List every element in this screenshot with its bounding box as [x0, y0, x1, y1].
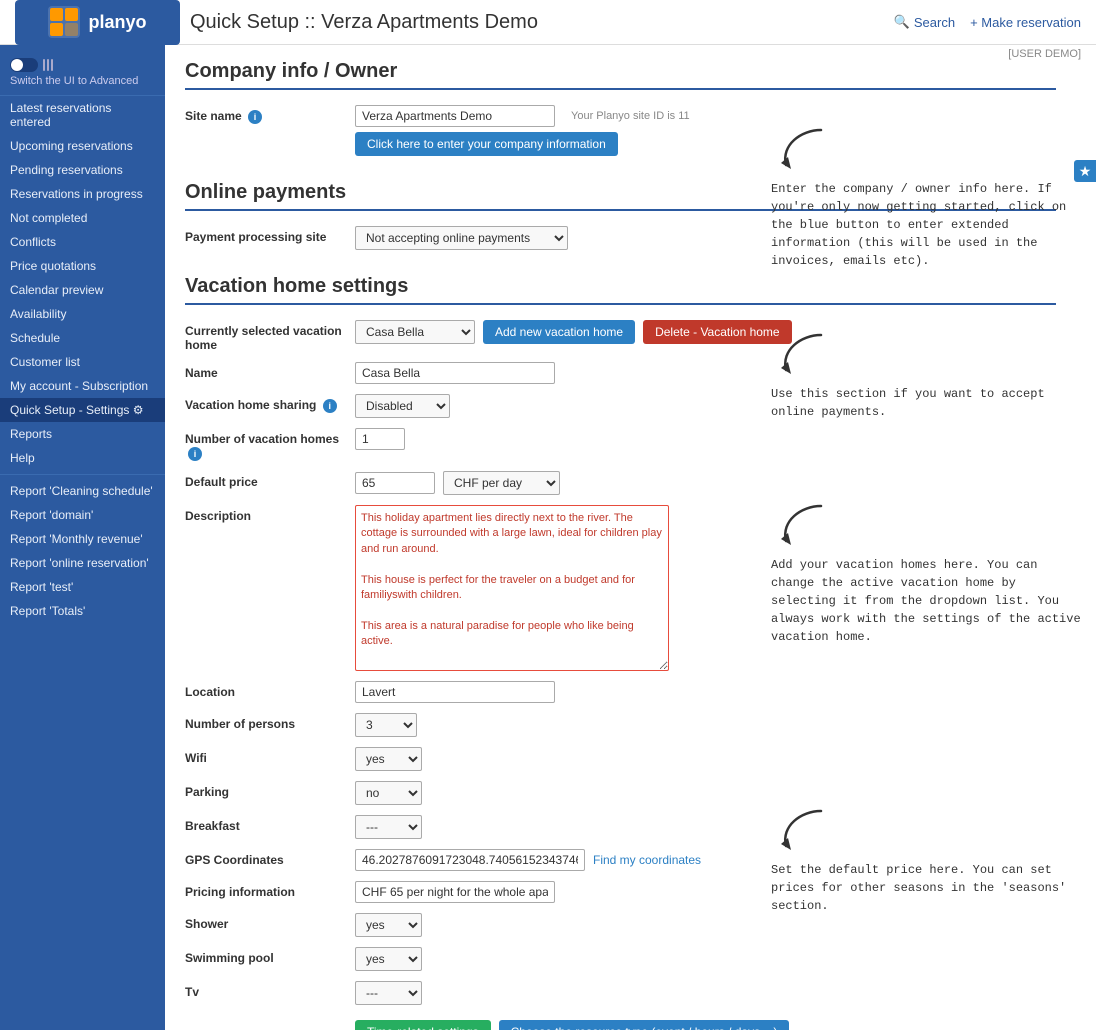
sidebar-item-pending-reservations[interactable]: Pending reservations	[0, 158, 165, 182]
swimming-pool-select[interactable]: yesno---	[355, 947, 422, 971]
shower-select[interactable]: yesno---	[355, 913, 422, 937]
pricing-info-input[interactable]	[355, 881, 555, 903]
site-name-input[interactable]	[355, 105, 555, 127]
vacation-home-name-input[interactable]	[355, 362, 555, 384]
planyo-logo-icon	[48, 6, 80, 38]
logo: planyo	[15, 0, 180, 45]
pricing-info-label: Pricing information	[185, 881, 345, 899]
hint-company: Enter the company / owner info here. If …	[771, 125, 1081, 270]
shower-label: Shower	[185, 913, 345, 931]
location-input[interactable]	[355, 681, 555, 703]
hint-arrow-3	[771, 501, 831, 551]
make-reservation-link[interactable]: + Make reservation	[970, 15, 1081, 30]
sidebar-item-report-test[interactable]: Report 'test'	[0, 575, 165, 599]
enter-company-info-button[interactable]: Click here to enter your company informa…	[355, 132, 618, 156]
breakfast-select[interactable]: yesno---	[355, 815, 422, 839]
site-name-info-icon[interactable]: i	[248, 110, 262, 124]
location-label: Location	[185, 681, 345, 699]
ui-toggle-area: Switch the UI to Advanced	[0, 50, 165, 96]
sidebar-item-report-cleaning[interactable]: Report 'Cleaning schedule'	[0, 479, 165, 503]
sidebar-item-report-monthly[interactable]: Report 'Monthly revenue'	[0, 527, 165, 551]
sharing-select[interactable]: DisabledEnabled	[355, 394, 450, 418]
tv-select[interactable]: yesno---	[355, 981, 422, 1005]
sidebar-item-calendar-preview[interactable]: Calendar preview	[0, 278, 165, 302]
sidebar: Switch the UI to Advanced Latest reserva…	[0, 45, 165, 1030]
wifi-label: Wifi	[185, 747, 345, 765]
num-persons-select[interactable]: 12345678910	[355, 713, 417, 737]
hint-company-text: Enter the company / owner info here. If …	[771, 180, 1081, 270]
sidebar-item-latest-reservations[interactable]: Latest reservations entered	[0, 96, 165, 134]
site-name-label: Site name i	[185, 105, 345, 124]
hint-price: Set the default price here. You can set …	[771, 806, 1081, 915]
sidebar-item-quick-setup[interactable]: Quick Setup - Settings ⚙	[0, 398, 165, 422]
num-homes-input[interactable]	[355, 428, 405, 450]
sidebar-item-price-quotations[interactable]: Price quotations	[0, 254, 165, 278]
swimming-pool-label: Swimming pool	[185, 947, 345, 965]
hint-arrow-4	[771, 806, 831, 856]
logo-text: planyo	[88, 12, 146, 33]
sidebar-item-customer-list[interactable]: Customer list	[0, 350, 165, 374]
parking-select[interactable]: yesno---	[355, 781, 422, 805]
payment-select[interactable]: Not accepting online paymentsPayPalStrip…	[355, 226, 568, 250]
vacation-home-name-label: Name	[185, 362, 345, 380]
currently-selected-label: Currently selected vacation home	[185, 320, 345, 352]
vacation-home-select[interactable]: Casa Bella	[355, 320, 475, 344]
sidebar-item-report-totals[interactable]: Report 'Totals'	[0, 599, 165, 623]
time-settings-button[interactable]: Time-related settings	[355, 1020, 491, 1030]
num-persons-label: Number of persons	[185, 713, 345, 731]
sidebar-item-reports[interactable]: Reports	[0, 422, 165, 446]
breakfast-label: Breakfast	[185, 815, 345, 833]
hint-payments-text: Use this section if you want to accept o…	[771, 385, 1081, 421]
sidebar-item-conflicts[interactable]: Conflicts	[0, 230, 165, 254]
site-id-text: Your Planyo site ID is 11	[571, 110, 690, 122]
hint-vacation-homes: Add your vacation homes here. You can ch…	[771, 501, 1081, 646]
sharing-label: Vacation home sharing i	[185, 394, 345, 413]
num-homes-info-icon[interactable]: i	[188, 447, 202, 461]
tv-label: Tv	[185, 981, 345, 999]
resource-type-button[interactable]: Choose the resource type (event / hours …	[499, 1020, 790, 1030]
parking-label: Parking	[185, 781, 345, 799]
sidebar-item-my-account[interactable]: My account - Subscription	[0, 374, 165, 398]
time-settings-spacer	[185, 1020, 345, 1024]
sidebar-item-report-domain[interactable]: Report 'domain'	[0, 503, 165, 527]
hint-payments: Use this section if you want to accept o…	[771, 330, 1081, 421]
price-unit-select[interactable]: CHF per dayEUR per dayUSD per day	[443, 471, 560, 495]
wifi-select[interactable]: yesno---	[355, 747, 422, 771]
ui-toggle-label: Switch the UI to Advanced	[10, 75, 155, 87]
hint-vacation-homes-text: Add your vacation homes here. You can ch…	[771, 556, 1081, 646]
hint-arrow-1	[771, 125, 831, 175]
hint-price-text: Set the default price here. You can set …	[771, 861, 1081, 915]
hints-panel: Enter the company / owner info here. If …	[756, 45, 1096, 1030]
default-price-input[interactable]	[355, 472, 435, 494]
search-icon: 🔍	[894, 14, 910, 30]
sidebar-item-availability[interactable]: Availability	[0, 302, 165, 326]
find-coords-link[interactable]: Find my coordinates	[593, 853, 701, 867]
payment-label: Payment processing site	[185, 226, 345, 244]
sidebar-item-schedule[interactable]: Schedule	[0, 326, 165, 350]
toggle-switch[interactable]	[10, 58, 38, 72]
sidebar-item-help[interactable]: Help	[0, 446, 165, 470]
gps-label: GPS Coordinates	[185, 849, 345, 867]
page-title: Quick Setup :: Verza Apartments Demo	[190, 11, 538, 34]
sidebar-item-reservations-progress[interactable]: Reservations in progress	[0, 182, 165, 206]
gps-input[interactable]	[355, 849, 585, 871]
add-vacation-home-button[interactable]: Add new vacation home	[483, 320, 635, 344]
content-area: ★ Company info / Owner Site name i	[165, 45, 1096, 1030]
hint-arrow-2	[771, 330, 831, 380]
search-link[interactable]: 🔍 Search	[894, 14, 955, 30]
description-textarea[interactable]: This holiday apartment lies directly nex…	[355, 505, 669, 671]
num-homes-label: Number of vacation homes i	[185, 428, 345, 461]
sidebar-item-report-online[interactable]: Report 'online reservation'	[0, 551, 165, 575]
description-label: Description	[185, 505, 345, 523]
sharing-info-icon[interactable]: i	[323, 399, 337, 413]
default-price-label: Default price	[185, 471, 345, 489]
sidebar-item-upcoming-reservations[interactable]: Upcoming reservations	[0, 134, 165, 158]
sidebar-item-not-completed[interactable]: Not completed	[0, 206, 165, 230]
